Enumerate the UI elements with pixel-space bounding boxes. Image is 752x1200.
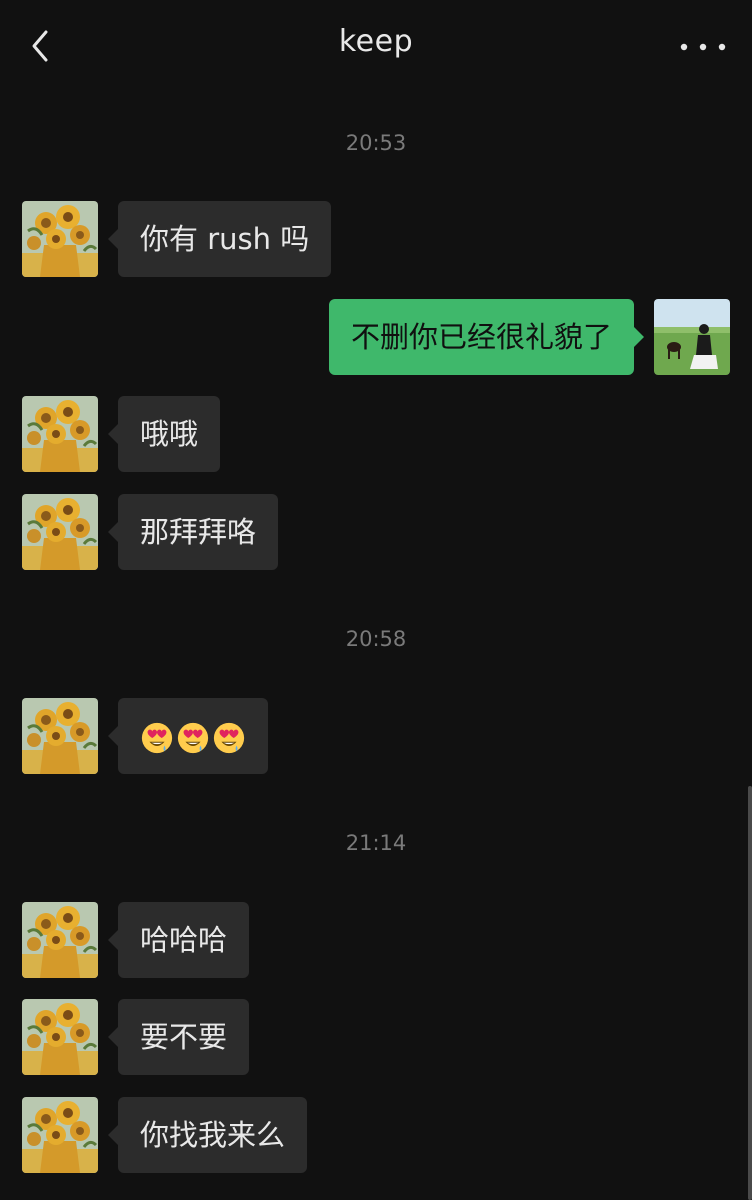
timestamp: 20:58 <box>345 627 407 651</box>
incoming-emoji-message[interactable] <box>108 698 268 774</box>
more-horizontal-icon[interactable] <box>676 30 730 64</box>
timestamp: 21:14 <box>345 831 407 855</box>
contact-avatar[interactable] <box>22 999 98 1075</box>
timestamp: 20:53 <box>345 131 407 155</box>
incoming-message[interactable]: 要不要 <box>107 999 250 1075</box>
heart-eyes-emoji-icon <box>176 721 210 755</box>
contact-avatar[interactable] <box>22 201 98 277</box>
incoming-message[interactable]: 你找我来么 <box>107 1097 308 1173</box>
incoming-message[interactable]: 哦哦 <box>107 396 221 472</box>
emoji-row <box>140 721 246 755</box>
incoming-message[interactable]: 你有 rush 吗 <box>107 201 332 277</box>
user-avatar[interactable] <box>654 299 730 375</box>
contact-avatar[interactable] <box>22 1097 98 1173</box>
scrollbar[interactable] <box>748 786 752 1200</box>
incoming-message[interactable]: 哈哈哈 <box>107 902 250 978</box>
heart-eyes-emoji-icon <box>212 721 246 755</box>
contact-avatar[interactable] <box>22 698 98 774</box>
chat-title: keep <box>338 24 414 59</box>
contact-avatar[interactable] <box>22 396 98 472</box>
heart-eyes-emoji-icon <box>140 721 174 755</box>
contact-avatar[interactable] <box>22 902 98 978</box>
contact-avatar[interactable] <box>22 494 98 570</box>
outgoing-message[interactable]: 不删你已经很礼貌了 <box>328 299 645 375</box>
incoming-message[interactable]: 那拜拜咯 <box>107 494 279 570</box>
chat-header: keep <box>0 0 752 92</box>
